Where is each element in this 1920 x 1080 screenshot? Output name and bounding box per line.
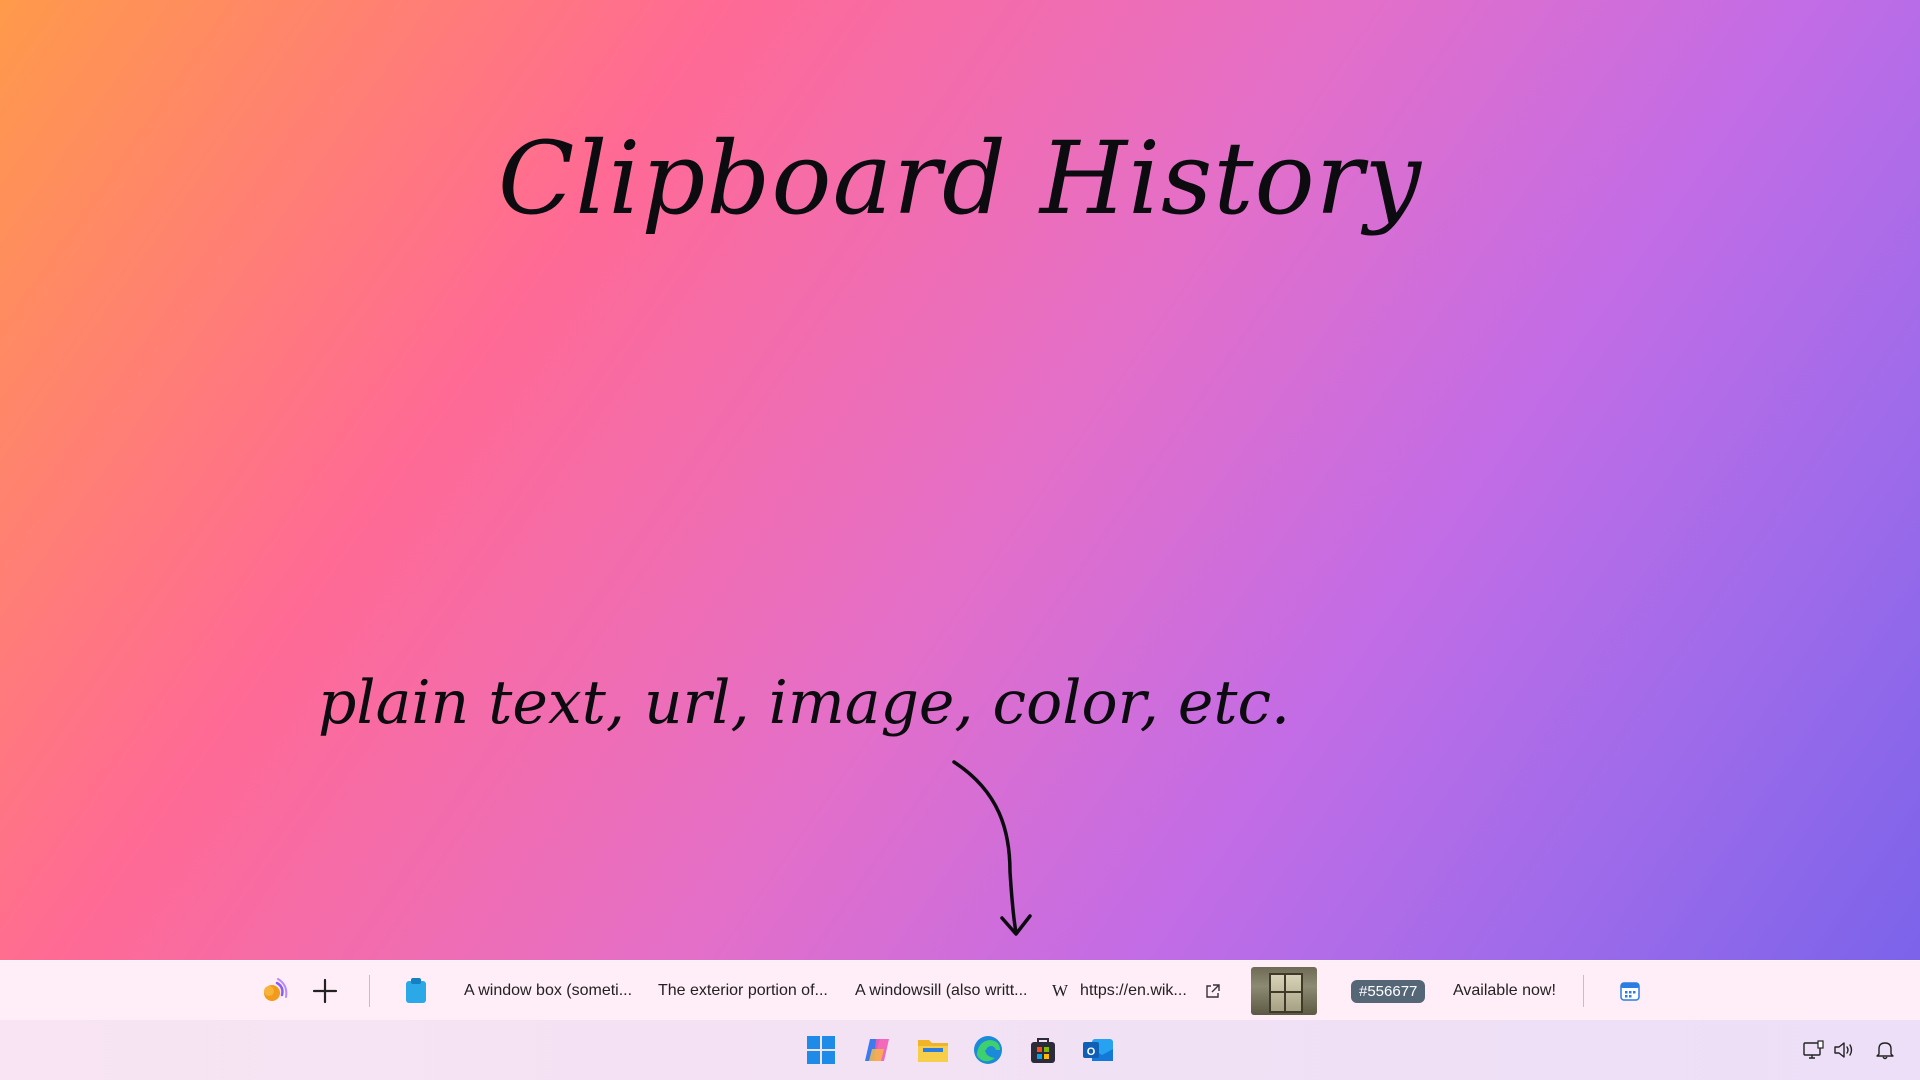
network-icon[interactable] <box>1802 1038 1826 1062</box>
divider <box>1583 975 1584 1007</box>
wikipedia-icon: W <box>1052 981 1069 1000</box>
notification-bell-icon[interactable] <box>1873 1038 1897 1062</box>
add-button[interactable] <box>309 961 341 1021</box>
volume-icon[interactable] <box>1832 1038 1856 1062</box>
desktop-wallpaper: Clipboard History plain text, url, image… <box>0 0 1920 960</box>
clip-item-label: https://en.wik... <box>1080 982 1187 999</box>
clip-item-label: Available now! <box>1453 982 1556 999</box>
clip-item-image[interactable] <box>1251 961 1317 1021</box>
clip-item-text-4[interactable]: Available now! <box>1453 961 1556 1021</box>
clipboard-icon[interactable] <box>404 961 428 1021</box>
clip-item-text-3[interactable]: A windowsill (also writt... <box>855 961 1028 1021</box>
image-thumbnail <box>1251 967 1317 1015</box>
color-chip: #556677 <box>1351 979 1426 1003</box>
taskbar: O <box>0 1020 1920 1080</box>
outlook-icon[interactable]: O <box>1080 1032 1116 1068</box>
calendar-icon[interactable] <box>1618 961 1642 1021</box>
clip-item-label: The exterior portion of... <box>658 982 828 999</box>
divider <box>369 975 370 1007</box>
store-icon[interactable] <box>1025 1032 1061 1068</box>
clipboard-history-bar: A window box (someti... The exterior por… <box>0 960 1920 1022</box>
clip-item-url[interactable]: W https://en.wik... <box>1052 961 1220 1021</box>
subtitle-annotation: plain text, url, image, color, etc. <box>318 668 1291 738</box>
clip-item-label: A window box (someti... <box>464 982 633 999</box>
clip-item-text-2[interactable]: The exterior portion of... <box>658 961 828 1021</box>
windows-start-icon[interactable] <box>803 1032 839 1068</box>
copilot-icon[interactable] <box>859 1032 895 1068</box>
folder-icon[interactable] <box>915 1032 951 1068</box>
svg-text:O: O <box>1087 1046 1096 1058</box>
clip-item-color[interactable]: #556677 <box>1351 961 1426 1021</box>
clip-item-text-1[interactable]: A window box (someti... <box>464 961 632 1021</box>
clip-item-label: A windowsill (also writt... <box>855 982 1028 999</box>
external-link-icon[interactable] <box>1205 983 1220 999</box>
page-title: Clipboard History <box>497 120 1423 237</box>
plus-icon <box>312 978 338 1004</box>
clipboard-app-icon[interactable] <box>258 961 290 1021</box>
arrow-annotation-icon <box>952 760 1032 936</box>
edge-icon[interactable] <box>970 1032 1006 1068</box>
